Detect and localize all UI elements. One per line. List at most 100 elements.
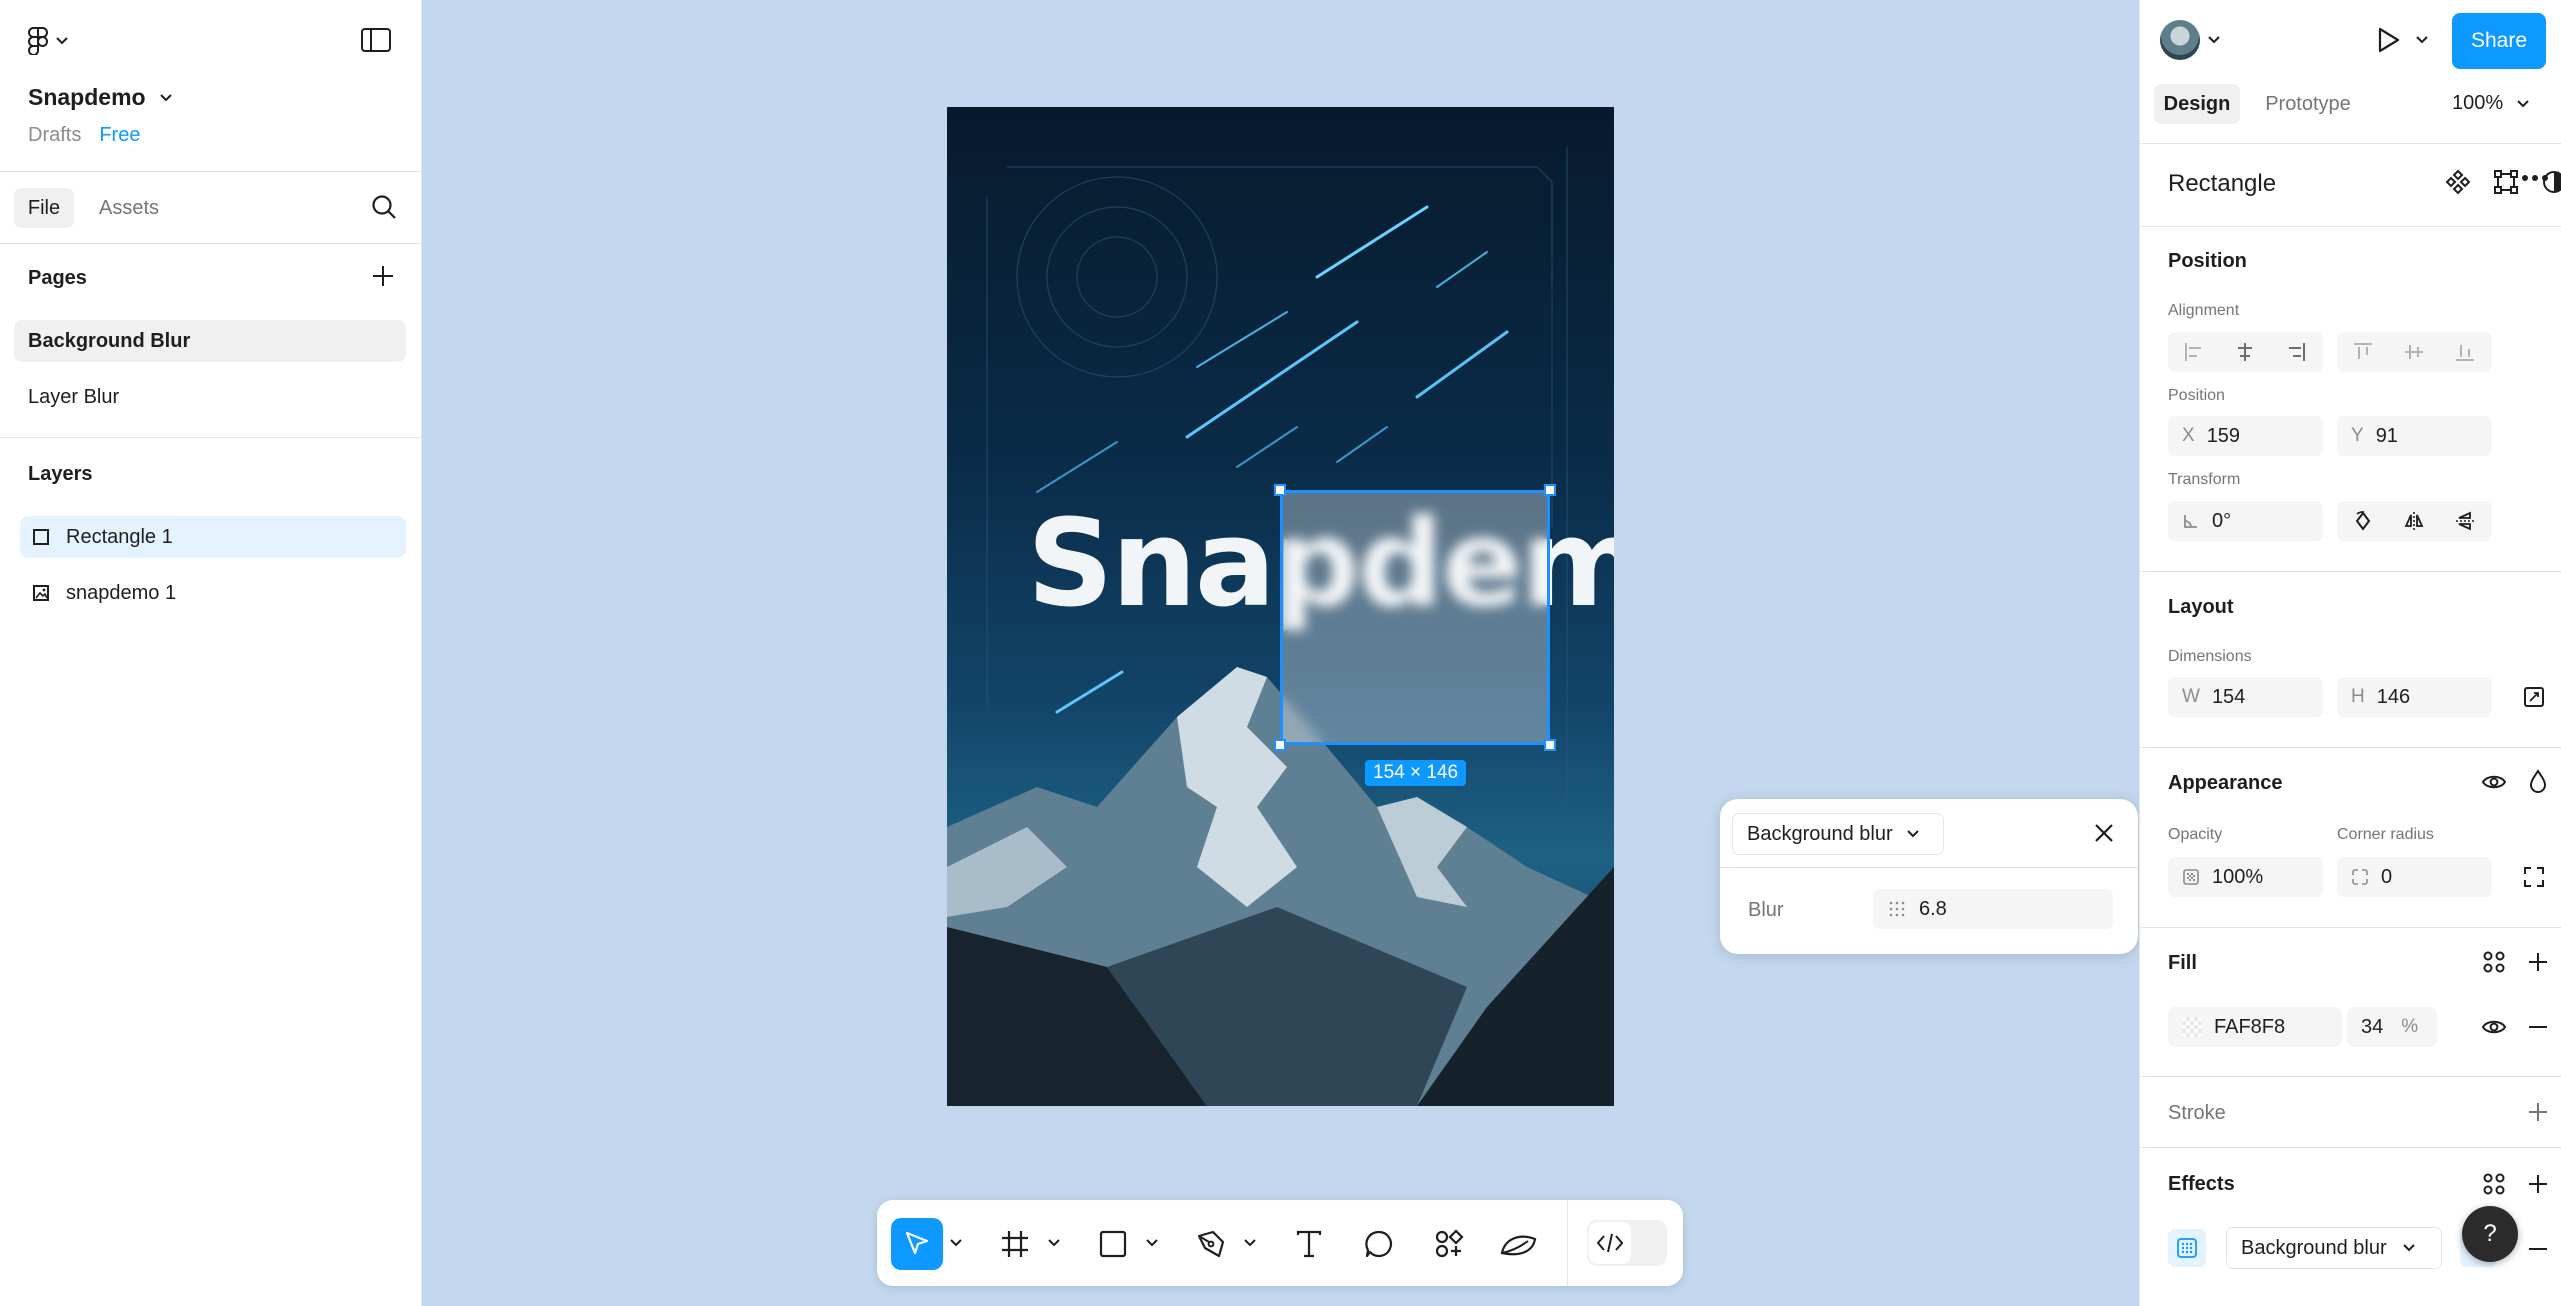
chevron-down-icon[interactable] (949, 1238, 963, 1248)
constrain-proportions-button[interactable] (2516, 679, 2552, 715)
boolean-mask-button[interactable] (2536, 164, 2561, 200)
toggle-sidebar-button[interactable] (360, 26, 392, 58)
toggle-visibility-button[interactable] (2476, 764, 2512, 800)
frame-icon (1002, 1231, 1028, 1257)
chevron-down-icon[interactable] (1243, 1238, 1257, 1248)
divider (2140, 226, 2561, 227)
layer-item-rectangle-1[interactable]: Rectangle 1 (20, 516, 406, 558)
actions-tool[interactable] (1423, 1218, 1475, 1270)
page-item-layer-blur[interactable]: Layer Blur (14, 376, 406, 418)
divider (1567, 1200, 1568, 1286)
corner-radius-icon (2352, 869, 2368, 885)
effect-settings-button[interactable] (2168, 1229, 2206, 1267)
opacity-input[interactable]: 100% (2168, 857, 2323, 897)
properties-panel: Share Design Prototype 100% Rectangle Po… (2139, 0, 2561, 1306)
page-item-label: Layer Blur (28, 385, 120, 408)
share-button[interactable]: Share (2452, 13, 2546, 69)
tab-file[interactable]: File (14, 188, 74, 228)
corner-radius-input[interactable]: 0 (2337, 857, 2492, 897)
effect-settings-popover: Background blur Blur 6.8 (1720, 799, 2138, 954)
blur-amount-input[interactable]: 6.8 (1873, 889, 2113, 929)
toggle-fill-visibility-button[interactable] (2476, 1009, 2512, 1045)
comment-tool[interactable] (1353, 1218, 1405, 1270)
more-options-button[interactable] (2521, 174, 2549, 182)
layers-title: Layers (28, 463, 93, 485)
frame-tool[interactable] (989, 1218, 1041, 1270)
move-tool[interactable] (891, 1218, 943, 1270)
selection-type: Rectangle (2168, 170, 2277, 197)
minus-icon (2529, 1026, 2547, 1028)
x-position-input[interactable]: X 159 (2168, 416, 2323, 456)
chevron-down-icon (1906, 830, 1919, 838)
align-bottom-button[interactable] (2439, 332, 2490, 372)
ai-tool[interactable] (1493, 1218, 1545, 1270)
plan-badge[interactable]: Free (99, 124, 140, 147)
component-icon (2445, 169, 2471, 195)
layer-item-snapdemo-1[interactable]: snapdemo 1 (20, 572, 406, 614)
search-layers-button[interactable] (370, 193, 398, 221)
selected-rectangle[interactable] (1280, 490, 1550, 745)
fill-styles-button[interactable] (2476, 944, 2512, 980)
remove-fill-button[interactable] (2520, 1009, 2556, 1045)
flip-vertical-button[interactable] (2439, 501, 2490, 541)
present-button[interactable] (2376, 26, 2428, 54)
main-menu-button[interactable] (28, 26, 82, 56)
effect-type-select[interactable]: Background blur (2226, 1227, 2442, 1269)
width-input[interactable]: W 154 (2168, 677, 2323, 717)
chevron-down-icon[interactable] (1047, 1238, 1061, 1248)
appearance-section-title: Appearance (2168, 772, 2283, 794)
close-popover-button[interactable] (2090, 819, 2118, 847)
tab-design[interactable]: Design (2154, 84, 2240, 124)
align-center-h-button[interactable] (2219, 332, 2270, 372)
shape-tool[interactable] (1087, 1218, 1139, 1270)
effect-type-dropdown[interactable]: Background blur (1732, 813, 1944, 855)
align-right-button[interactable] (2270, 332, 2321, 372)
chevron-down-icon (2402, 1244, 2415, 1252)
text-icon (1296, 1230, 1322, 1258)
add-effect-button[interactable] (2520, 1166, 2556, 1202)
help-button[interactable]: ? (2462, 1206, 2518, 1262)
height-input[interactable]: H 146 (2337, 677, 2492, 717)
layer-item-label: Rectangle 1 (66, 525, 173, 548)
zoom-dropdown[interactable]: 100% (2452, 92, 2529, 115)
add-page-button[interactable] (370, 263, 396, 289)
resize-handle-top-left[interactable] (1274, 484, 1286, 496)
pen-tool[interactable] (1185, 1218, 1237, 1270)
flip-horizontal-button[interactable] (2388, 501, 2439, 541)
fill-opacity-input[interactable]: 34 % (2347, 1007, 2437, 1047)
tab-prototype[interactable]: Prototype (2250, 84, 2366, 124)
align-left-button[interactable] (2168, 332, 2219, 372)
fill-color-swatch[interactable] (2182, 1017, 2202, 1037)
dev-mode-toggle[interactable] (1587, 1220, 1667, 1266)
rotate-button[interactable] (2337, 501, 2388, 541)
text-tool[interactable] (1283, 1218, 1335, 1270)
vector-edit-button[interactable] (2488, 164, 2524, 200)
resize-handle-top-right[interactable] (1544, 484, 1556, 496)
expand-corners-icon (2524, 867, 2544, 887)
divider (2140, 1147, 2561, 1148)
remove-effect-button[interactable] (2520, 1231, 2556, 1267)
file-name-button[interactable]: Snapdemo (28, 84, 172, 111)
create-component-button[interactable] (2440, 164, 2476, 200)
user-menu[interactable] (2160, 20, 2220, 60)
plus-icon (2529, 1175, 2547, 1193)
chevron-down-icon[interactable] (1145, 1238, 1159, 1248)
blend-mode-button[interactable] (2520, 764, 2556, 800)
tab-assets[interactable]: Assets (84, 188, 174, 228)
y-position-input[interactable]: Y 91 (2337, 416, 2492, 456)
add-stroke-button[interactable] (2520, 1094, 2556, 1130)
resize-handle-bottom-right[interactable] (1544, 739, 1556, 751)
align-top-button[interactable] (2337, 332, 2388, 372)
rotation-input[interactable]: 0° (2168, 501, 2323, 541)
plus-icon (373, 266, 393, 286)
chevron-down-icon (2208, 36, 2220, 44)
fill-color-input[interactable]: FAF8F8 (2168, 1007, 2342, 1047)
effect-styles-button[interactable] (2476, 1166, 2512, 1202)
resize-handle-bottom-left[interactable] (1274, 739, 1286, 751)
add-fill-button[interactable] (2520, 944, 2556, 980)
page-item-background-blur[interactable]: Background Blur (14, 320, 406, 362)
align-middle-button[interactable] (2388, 332, 2439, 372)
position-section-title: Position (2168, 250, 2247, 272)
drafts-link[interactable]: Drafts (28, 124, 81, 147)
independent-corners-button[interactable] (2516, 859, 2552, 895)
